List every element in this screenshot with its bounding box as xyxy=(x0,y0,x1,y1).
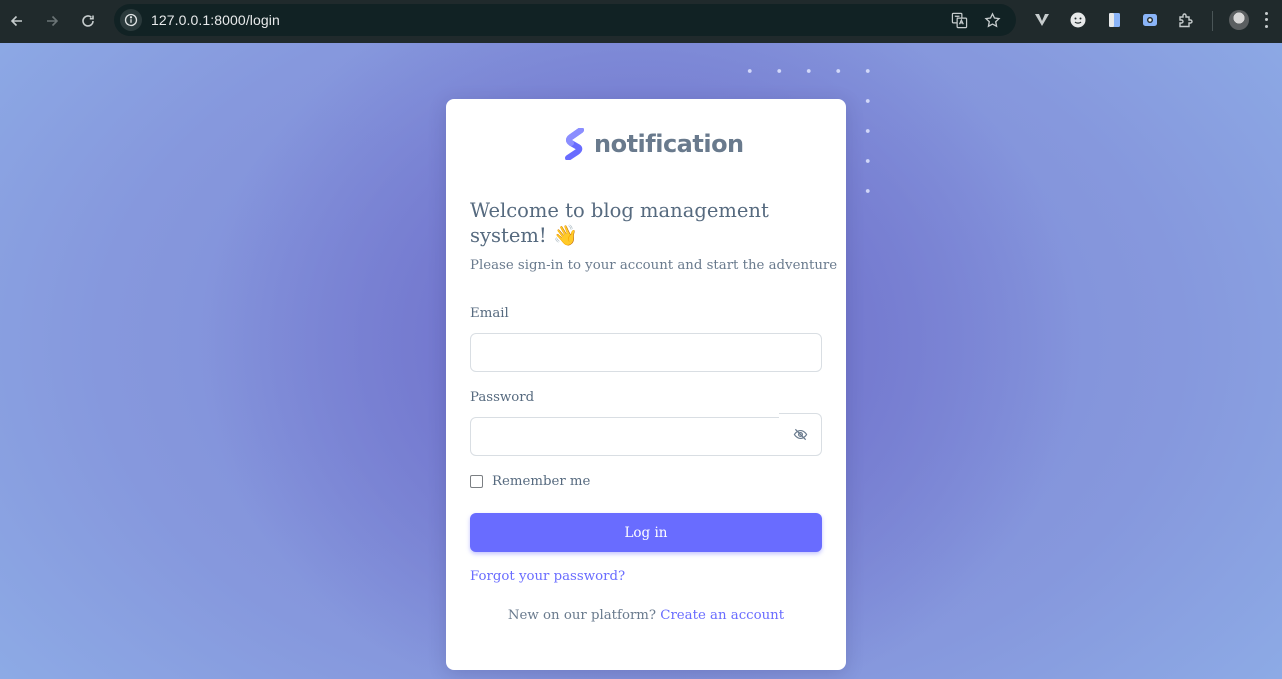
login-page: notification Welcome to blog management … xyxy=(0,43,1282,679)
profile-avatar[interactable] xyxy=(1229,10,1249,30)
docs-extension-icon[interactable] xyxy=(1104,10,1124,30)
welcome-subtitle: Please sign-in to your account and start… xyxy=(470,258,838,273)
email-label: Email xyxy=(470,306,509,321)
login-button[interactable]: Log in xyxy=(470,513,822,552)
signup-row: New on our platform? Create an account xyxy=(446,608,846,623)
url-text[interactable]: 127.0.0.1:8000/login xyxy=(151,12,280,28)
back-icon[interactable] xyxy=(6,10,28,32)
vivaldi-extension-icon[interactable] xyxy=(1032,10,1052,30)
login-card: notification Welcome to blog management … xyxy=(446,99,846,670)
welcome-title: Welcome to blog management system! 👋 xyxy=(470,199,769,247)
extensions-puzzle-icon[interactable] xyxy=(1176,10,1196,30)
create-account-link[interactable]: Create an account xyxy=(660,608,784,623)
screen-capture-extension-icon[interactable] xyxy=(1140,10,1160,30)
emoji-extension-icon[interactable] xyxy=(1068,10,1088,30)
menu-icon[interactable] xyxy=(1262,10,1270,30)
brand-logo-icon xyxy=(565,128,584,160)
brand: notification xyxy=(564,128,744,160)
forgot-password-link[interactable]: Forgot your password? xyxy=(470,569,625,584)
password-label: Password xyxy=(470,390,535,405)
toolbar-separator xyxy=(1212,11,1213,31)
eye-off-icon xyxy=(793,428,807,441)
brand-name: notification xyxy=(594,130,744,158)
remember-me-row: Remember me xyxy=(470,474,590,489)
signup-prompt: New on our platform? xyxy=(507,608,657,623)
bookmark-star-icon[interactable] xyxy=(983,11,1001,29)
email-field[interactable] xyxy=(470,333,822,372)
forward-icon[interactable] xyxy=(41,10,63,32)
remember-me-label[interactable]: Remember me xyxy=(492,474,590,489)
address-bar[interactable]: 127.0.0.1:8000/login xyxy=(114,4,1016,36)
site-info-icon[interactable] xyxy=(120,9,142,31)
remember-me-checkbox[interactable] xyxy=(470,475,483,488)
translate-icon[interactable] xyxy=(950,11,968,29)
browser-toolbar: 127.0.0.1:8000/login xyxy=(0,0,1282,43)
waving-hand-emoji: 👋 xyxy=(552,223,578,247)
show-password-button[interactable] xyxy=(779,413,822,456)
password-field[interactable] xyxy=(470,417,780,456)
reload-icon[interactable] xyxy=(77,10,99,32)
